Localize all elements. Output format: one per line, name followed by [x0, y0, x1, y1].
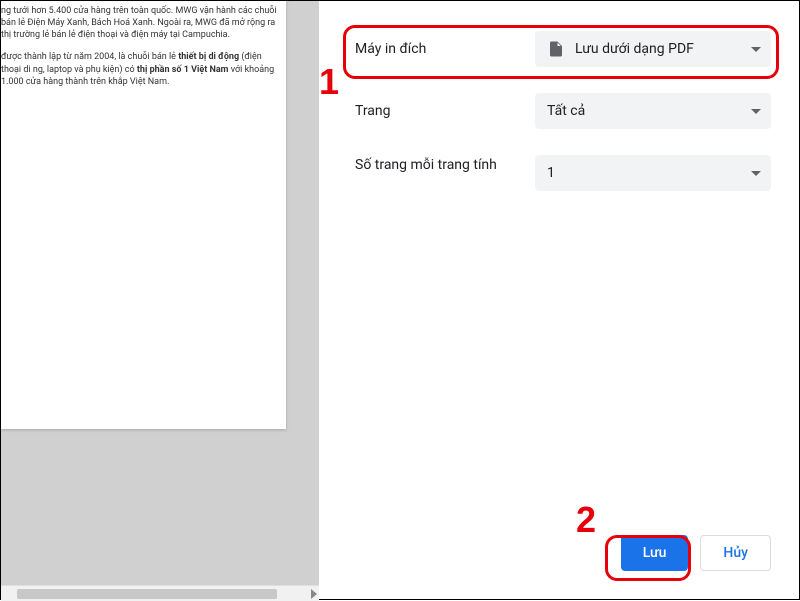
preview-text: ng tưới hơn 5.400 cửa hàng trên toàn quố… [1, 6, 277, 40]
pages-select[interactable]: Tất cả [535, 93, 771, 129]
destination-row: Máy in đích Lưu dưới dạng PDF [355, 31, 771, 67]
pages-per-sheet-value: 1 [547, 165, 745, 181]
pages-per-sheet-row: Số trang mỗi trang tính 1 [355, 155, 771, 191]
save-button[interactable]: Lưu [621, 535, 689, 571]
preview-bold-text: thiết bị di động [178, 52, 239, 62]
cancel-button[interactable]: Hủy [700, 535, 771, 571]
destination-label: Máy in đích [355, 31, 535, 67]
chevron-down-icon [751, 47, 761, 52]
dialog-footer: Lưu Hủy [621, 535, 771, 571]
scrollbar-thumb[interactable] [17, 589, 277, 599]
destination-value: Lưu dưới dạng PDF [575, 41, 745, 57]
pages-per-sheet-select[interactable]: 1 [535, 155, 771, 191]
pages-value: Tất cả [547, 103, 745, 119]
preview-bold-text: thị phần số 1 Việt Nam [137, 65, 229, 75]
horizontal-scrollbar[interactable] [1, 585, 319, 601]
print-settings-pane: Máy in đích Lưu dưới dạng PDF Trang Tất … [319, 1, 799, 599]
preview-document: ng tưới hơn 5.400 cửa hàng trên toàn quố… [1, 1, 286, 429]
chevron-down-icon [751, 109, 761, 114]
document-icon [547, 40, 565, 58]
pages-label: Trang [355, 93, 535, 129]
print-preview-pane: ng tưới hơn 5.400 cửa hàng trên toàn quố… [1, 1, 319, 601]
pages-per-sheet-label: Số trang mỗi trang tính [355, 155, 535, 176]
pages-row: Trang Tất cả [355, 93, 771, 129]
destination-select[interactable]: Lưu dưới dạng PDF [535, 31, 771, 67]
chevron-down-icon [751, 171, 761, 176]
preview-text: được thành lập từ năm 2004, là chuỗi bán… [1, 52, 178, 62]
